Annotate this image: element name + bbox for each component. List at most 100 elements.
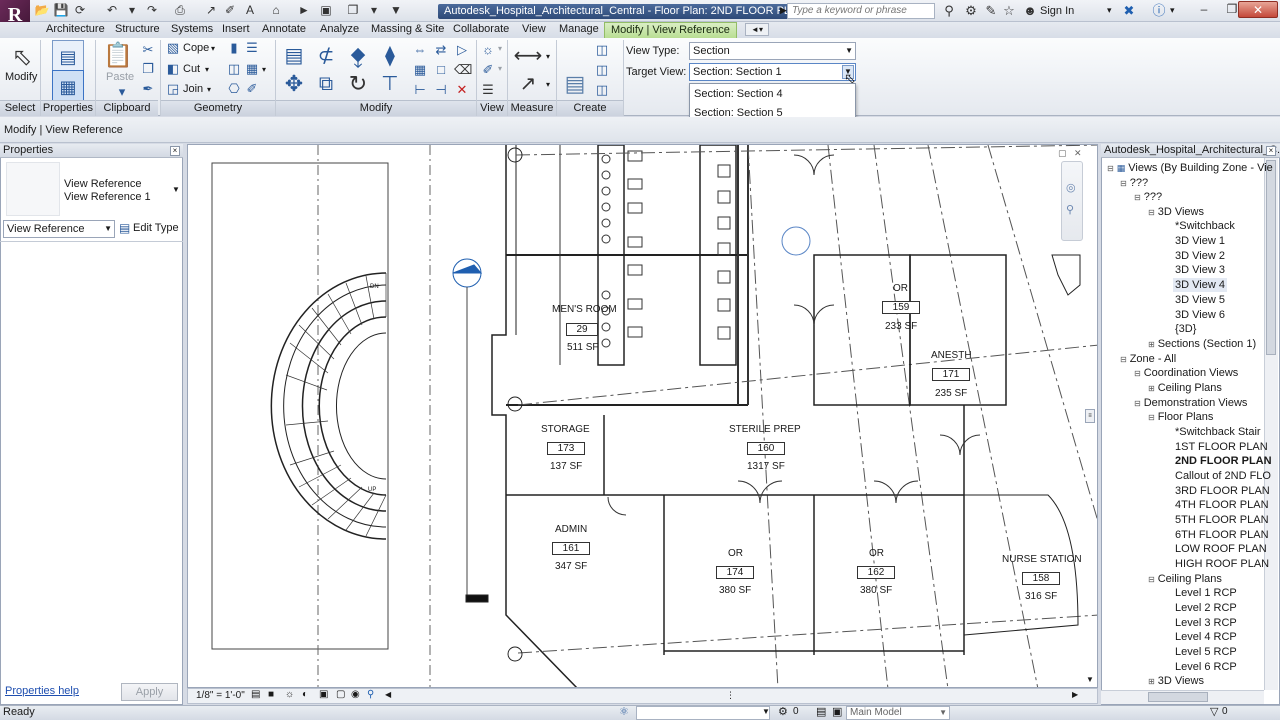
trim-extend-icon[interactable]: ⊤ — [374, 68, 406, 100]
section-icon[interactable]: ► — [296, 2, 312, 18]
type-selector-dropdown-icon[interactable]: ▼ — [172, 185, 180, 194]
light-bulb-icon[interactable]: ☼ — [480, 42, 496, 58]
tab-collaborate[interactable]: Collaborate — [451, 22, 511, 38]
panel-geometry[interactable]: Geometry — [161, 100, 275, 116]
tree-item-3d-view-6[interactable]: 3D View 6 — [1175, 308, 1225, 322]
array-icon[interactable]: ▦ — [412, 62, 428, 78]
drawing-canvas[interactable]: MEN'S ROOM 29 511 SF OR 159 233 SF ANEST… — [187, 144, 1098, 688]
room-number-tag[interactable]: 173 — [547, 442, 585, 455]
tree-item-unknown[interactable]: ⊟??? — [1120, 176, 1148, 191]
paint-icon[interactable]: ▦ — [244, 61, 260, 77]
exchange-apps-icon[interactable]: ✖ — [1120, 2, 1138, 20]
3d-view-icon[interactable]: ⌂ — [268, 2, 284, 18]
hide-dropdown-icon[interactable]: ▾ — [498, 44, 502, 53]
worksets-icon[interactable]: ⚛ — [619, 705, 629, 718]
tab-modify-view-reference[interactable]: Modify | View Reference — [604, 22, 737, 38]
customize-qat-icon[interactable]: ▼ — [388, 2, 404, 18]
crop-view-icon[interactable]: ▣ — [319, 689, 328, 700]
tree-item-level-2-rcp[interactable]: Level 2 RCP — [1175, 601, 1237, 615]
redo-icon[interactable]: ↷ — [144, 2, 160, 18]
tree-item-floor-plans[interactable]: ⊟ Floor Plans — [1148, 410, 1213, 425]
tree-item-level-1-rcp[interactable]: Level 1 RCP — [1175, 586, 1237, 600]
tab-annotate[interactable]: Annotate — [260, 22, 308, 38]
trim-multiple-icon[interactable]: ⊢ — [412, 82, 428, 98]
tree-item-sections[interactable]: ⊞ Sections (Section 1) — [1148, 337, 1256, 352]
modify-cursor-icon[interactable]: ⬁ — [6, 42, 38, 74]
create-group-icon[interactable]: ◫ — [594, 82, 610, 98]
tab-massing-site[interactable]: Massing & Site — [369, 22, 446, 38]
properties-help-link[interactable]: Properties help — [5, 685, 79, 697]
match-properties-icon[interactable]: ✒ — [140, 81, 156, 97]
tree-item-level-6-rcp[interactable]: Level 6 RCP — [1175, 660, 1237, 674]
save-icon[interactable]: 💾 — [53, 2, 69, 18]
tree-item-1st-floor-plan[interactable]: 1ST FLOOR PLAN — [1175, 440, 1268, 454]
ribbon-minimize-icon[interactable]: ◄▾ — [745, 23, 769, 36]
wall-joins-icon[interactable]: ▮ — [226, 40, 242, 56]
view-restore-icon[interactable]: ▢ — [1058, 148, 1067, 159]
room-name-sterile-prep[interactable]: STERILE PREP — [729, 424, 801, 435]
horizontal-scrollbar-thumb[interactable]: ⋮ — [726, 690, 735, 701]
paint-dropdown-icon[interactable]: ▾ — [262, 65, 266, 74]
reveal-hidden-icon[interactable]: ⚲ — [367, 689, 374, 700]
browser-scrollbar-thumb[interactable] — [1266, 160, 1276, 355]
tree-item-3d-view-3[interactable]: 3D View 3 — [1175, 263, 1225, 277]
paste-icon[interactable]: 📋 — [102, 40, 134, 72]
design-options-edit-icon[interactable]: ▣ — [832, 705, 842, 718]
override-graphics-icon[interactable]: ✐ — [480, 62, 496, 78]
tree-item-3d-view-1[interactable]: 3D View 1 — [1175, 234, 1225, 248]
tab-manage[interactable]: Manage — [557, 22, 601, 38]
tree-item-3d-view-4[interactable]: 3D View 4 — [1173, 278, 1227, 292]
panel-measure[interactable]: Measure — [508, 100, 556, 116]
dimension-dropdown-icon[interactable]: ▾ — [546, 80, 550, 89]
unpin-icon[interactable]: ⌫ — [454, 62, 472, 78]
editable-only-icon[interactable]: ⚙ — [778, 705, 788, 718]
create-similar-icon[interactable]: ◫ — [594, 42, 610, 58]
trim-single-icon[interactable]: ⊣ — [433, 82, 449, 98]
edit-type-button[interactable]: Edit Type — [133, 222, 179, 234]
tree-item-views-by-zone[interactable]: ⊟ ▦ Views (By Building Zone - Vie — [1107, 161, 1273, 176]
room-name-or[interactable]: OR — [869, 548, 884, 559]
tree-item-ceiling-plans[interactable]: ⊟ Ceiling Plans — [1148, 572, 1222, 587]
tree-item-switchback-stair[interactable]: *Switchback Stair — [1175, 425, 1261, 439]
view-type-select[interactable]: Section ▼ — [689, 42, 856, 60]
shadows-icon[interactable]: ◐ — [302, 689, 308, 700]
scroll-left-icon[interactable]: ◀ — [385, 690, 391, 699]
zoom-icon[interactable]: ⚲ — [1066, 203, 1074, 216]
browser-hscroll-thumb[interactable] — [1148, 692, 1208, 702]
room-name-admin[interactable]: ADMIN — [555, 524, 587, 535]
measure-icon[interactable]: ↗ — [203, 2, 219, 18]
copy-icon[interactable]: ⧉ — [310, 68, 342, 100]
tree-item-level-5-rcp[interactable]: Level 5 RCP — [1175, 645, 1237, 659]
modify-button[interactable]: Modify — [5, 71, 37, 83]
create-assembly-icon[interactable]: ▤ — [559, 68, 591, 100]
linework-icon[interactable]: ☰ — [480, 82, 496, 98]
filter-icon[interactable]: ▽ — [1210, 705, 1218, 718]
tree-item-demonstration-views[interactable]: ⊟ Demonstration Views — [1134, 396, 1247, 411]
close-icon[interactable]: × — [170, 146, 180, 156]
room-number-tag[interactable]: 171 — [932, 368, 970, 381]
tab-view[interactable]: View — [520, 22, 548, 38]
apply-button[interactable]: Apply — [121, 683, 178, 701]
tree-item-3d-views[interactable]: ⊟ 3D Views — [1148, 205, 1204, 220]
tree-item-3d-view-5[interactable]: 3D View 5 — [1175, 293, 1225, 307]
tree-item-switchback[interactable]: *Switchback — [1175, 219, 1235, 233]
room-name-or[interactable]: OR — [893, 283, 908, 294]
join-dropdown-icon[interactable]: ▾ — [207, 85, 211, 94]
room-number-tag[interactable]: 159 — [882, 301, 920, 314]
edit-type-icon[interactable]: ▤ — [119, 221, 130, 235]
sign-in-dropdown-icon[interactable]: ▾ — [1107, 5, 1112, 16]
detail-level-icon[interactable]: ▤ — [251, 689, 260, 700]
split-face-icon[interactable]: ◫ — [226, 61, 242, 77]
binoculars-icon[interactable]: ⚲ — [940, 2, 958, 20]
sign-in-button[interactable]: Sign In — [1040, 5, 1074, 17]
navigation-bar[interactable] — [1061, 161, 1083, 241]
visual-style-icon[interactable]: ■ — [268, 689, 274, 700]
tree-item-3rd-floor-plan[interactable]: 3RD FLOOR PLAN — [1175, 484, 1270, 498]
tree-item-coordination-views[interactable]: ⊟ Coordination Views — [1134, 366, 1238, 381]
tab-architecture[interactable]: Architecture — [44, 22, 107, 38]
tree-item-ceiling-plans[interactable]: ⊞ Ceiling Plans — [1148, 381, 1222, 396]
design-options-icon[interactable]: ▤ — [816, 705, 826, 718]
properties-icon[interactable]: ▦ — [52, 70, 84, 102]
tab-insert[interactable]: Insert — [220, 22, 252, 38]
override-dropdown-icon[interactable]: ▾ — [498, 64, 502, 73]
